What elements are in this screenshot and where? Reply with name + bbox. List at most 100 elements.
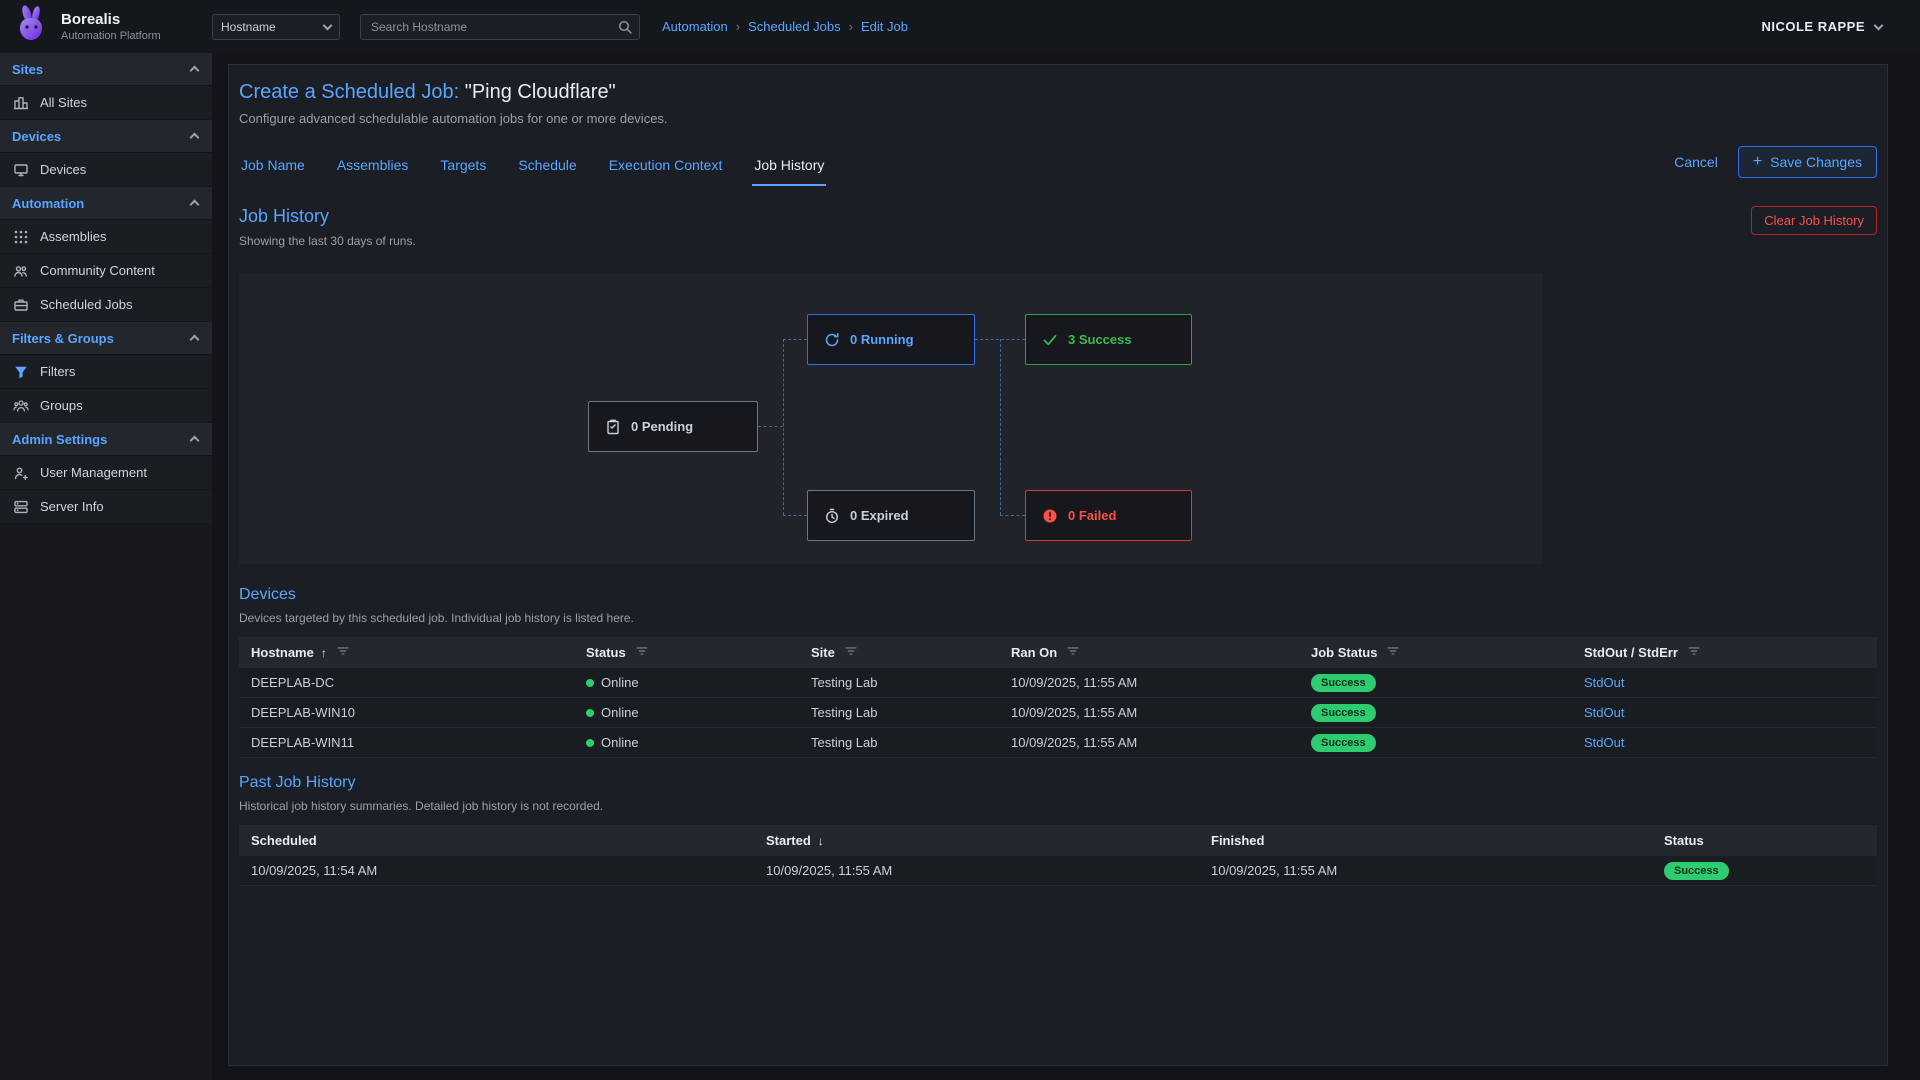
filter-icon[interactable] <box>635 644 649 661</box>
past-history-row[interactable]: 10/09/2025, 11:54 AM 10/09/2025, 11:55 A… <box>239 856 1877 886</box>
sidebar-item-label: Server Info <box>40 499 104 514</box>
col-scheduled[interactable]: Scheduled <box>251 833 317 848</box>
user-name: NICOLE RAPPE <box>1761 19 1865 34</box>
sidebar-section-sites[interactable]: Sites <box>0 53 212 86</box>
sidebar-item-label: All Sites <box>40 95 87 110</box>
sidebar-item-label: Assemblies <box>40 229 106 244</box>
device-status: Online <box>601 675 639 690</box>
tab-job-history[interactable]: Job History <box>752 151 826 186</box>
job-status-badge[interactable]: Success <box>1311 674 1376 692</box>
flow-node-success[interactable]: 3 Success <box>1025 314 1192 365</box>
sidebar-item-devices[interactable]: Devices <box>0 153 212 187</box>
server-icon <box>13 499 29 515</box>
sidebar-item-community-content[interactable]: Community Content <box>0 254 212 288</box>
tab-assemblies[interactable]: Assemblies <box>335 151 411 186</box>
stdout-link[interactable]: StdOut <box>1584 675 1624 690</box>
connector-line <box>783 339 807 340</box>
tab-targets[interactable]: Targets <box>438 151 488 186</box>
sidebar-item-label: Community Content <box>40 263 155 278</box>
sidebar-item-server-info[interactable]: Server Info <box>0 490 212 524</box>
chevron-up-icon <box>190 133 200 143</box>
stdout-link[interactable]: StdOut <box>1584 705 1624 720</box>
sidebar-section-devices[interactable]: Devices <box>0 120 212 153</box>
stdout-link[interactable]: StdOut <box>1584 735 1624 750</box>
sidebar-item-label: Groups <box>40 398 83 413</box>
past-scheduled: 10/09/2025, 11:54 AM <box>239 863 754 878</box>
job-history-subtext: Showing the last 30 days of runs. <box>239 234 416 248</box>
col-ran-on[interactable]: Ran On <box>1011 645 1057 660</box>
col-status[interactable]: Status <box>1664 833 1704 848</box>
col-hostname[interactable]: Hostname <box>251 645 314 660</box>
groups-icon <box>13 398 29 414</box>
breadcrumb-edit-job[interactable]: Edit Job <box>861 19 908 34</box>
section-label: Sites <box>12 62 43 77</box>
tab-schedule[interactable]: Schedule <box>516 151 578 186</box>
job-status-badge[interactable]: Success <box>1311 704 1376 722</box>
flow-node-expired[interactable]: 0 Expired <box>807 490 975 541</box>
breadcrumb-scheduled-jobs[interactable]: Scheduled Jobs <box>748 19 841 34</box>
section-label: Filters & Groups <box>12 331 114 346</box>
sidebar-section-admin-settings[interactable]: Admin Settings <box>0 423 212 456</box>
sidebar-item-assemblies[interactable]: Assemblies <box>0 220 212 254</box>
monitor-icon <box>13 162 29 178</box>
user-menu[interactable]: NICOLE RAPPE <box>1761 19 1882 34</box>
sort-asc-icon[interactable]: ↑ <box>321 646 327 660</box>
online-status-dot <box>586 739 594 747</box>
edit-job-panel: Create a Scheduled Job: "Ping Cloudflare… <box>228 64 1888 1066</box>
funnel-icon <box>13 364 29 380</box>
filter-icon[interactable] <box>336 644 350 661</box>
sidebar-item-groups[interactable]: Groups <box>0 389 212 423</box>
sidebar-item-filters[interactable]: Filters <box>0 355 212 389</box>
col-job-status[interactable]: Job Status <box>1311 645 1377 660</box>
col-stdout-stderr[interactable]: StdOut / StdErr <box>1584 645 1678 660</box>
filter-icon[interactable] <box>1066 644 1080 661</box>
job-status-badge[interactable]: Success <box>1311 734 1376 752</box>
breadcrumb: Automation › Scheduled Jobs › Edit Job <box>662 19 908 34</box>
sidebar-item-all-sites[interactable]: All Sites <box>0 86 212 120</box>
sort-desc-icon[interactable]: ↓ <box>818 834 824 848</box>
chevron-down-icon <box>1874 20 1884 30</box>
col-site[interactable]: Site <box>811 645 835 660</box>
search-input[interactable] <box>360 14 640 40</box>
device-row[interactable]: DEEPLAB-DC Online Testing Lab 10/09/2025… <box>239 668 1877 698</box>
past-status-badge[interactable]: Success <box>1664 862 1729 880</box>
flow-node-running[interactable]: 0 Running <box>807 314 975 365</box>
brand-subtitle: Automation Platform <box>61 30 161 42</box>
past-job-history-table: Scheduled Started ↓ Finished Status 10/0… <box>239 825 1877 886</box>
device-site: Testing Lab <box>799 735 999 750</box>
hostname-select[interactable]: Hostname <box>212 14 340 40</box>
tab-execution-context[interactable]: Execution Context <box>607 151 725 186</box>
running-count-label: 0 Running <box>850 332 914 347</box>
past-job-history-heading: Past Job History <box>239 774 603 792</box>
flow-node-pending[interactable]: 0 Pending <box>588 401 758 452</box>
col-started[interactable]: Started <box>766 833 811 848</box>
cancel-button[interactable]: Cancel <box>1674 154 1718 170</box>
connector-line <box>1000 339 1001 515</box>
col-finished[interactable]: Finished <box>1211 833 1264 848</box>
filter-icon[interactable] <box>1687 644 1701 661</box>
tabs: Job Name Assemblies Targets Schedule Exe… <box>239 151 826 186</box>
sidebar-section-filters-groups[interactable]: Filters & Groups <box>0 322 212 355</box>
failed-count-label: 0 Failed <box>1068 508 1116 523</box>
chevron-up-icon <box>190 436 200 446</box>
filter-icon[interactable] <box>1386 644 1400 661</box>
device-row[interactable]: DEEPLAB-WIN10 Online Testing Lab 10/09/2… <box>239 698 1877 728</box>
sidebar-item-scheduled-jobs[interactable]: Scheduled Jobs <box>0 288 212 322</box>
device-row[interactable]: DEEPLAB-WIN11 Online Testing Lab 10/09/2… <box>239 728 1877 758</box>
col-status[interactable]: Status <box>586 645 626 660</box>
clear-job-history-button[interactable]: Clear Job History <box>1751 206 1877 235</box>
section-label: Admin Settings <box>12 432 107 447</box>
sidebar-section-automation[interactable]: Automation <box>0 187 212 220</box>
filter-icon[interactable] <box>844 644 858 661</box>
job-history-heading: Job History <box>239 206 416 227</box>
flow-node-failed[interactable]: 0 Failed <box>1025 490 1192 541</box>
breadcrumb-automation[interactable]: Automation <box>662 19 728 34</box>
tab-job-name[interactable]: Job Name <box>239 151 307 186</box>
save-changes-button[interactable]: + Save Changes <box>1738 146 1877 178</box>
sidebar-item-label: Scheduled Jobs <box>40 297 133 312</box>
chevron-up-icon <box>190 335 200 345</box>
page-title-prefix: Create a Scheduled Job: <box>239 81 459 103</box>
sidebar-item-label: Filters <box>40 364 75 379</box>
device-site: Testing Lab <box>799 705 999 720</box>
sidebar-item-user-management[interactable]: User Management <box>0 456 212 490</box>
